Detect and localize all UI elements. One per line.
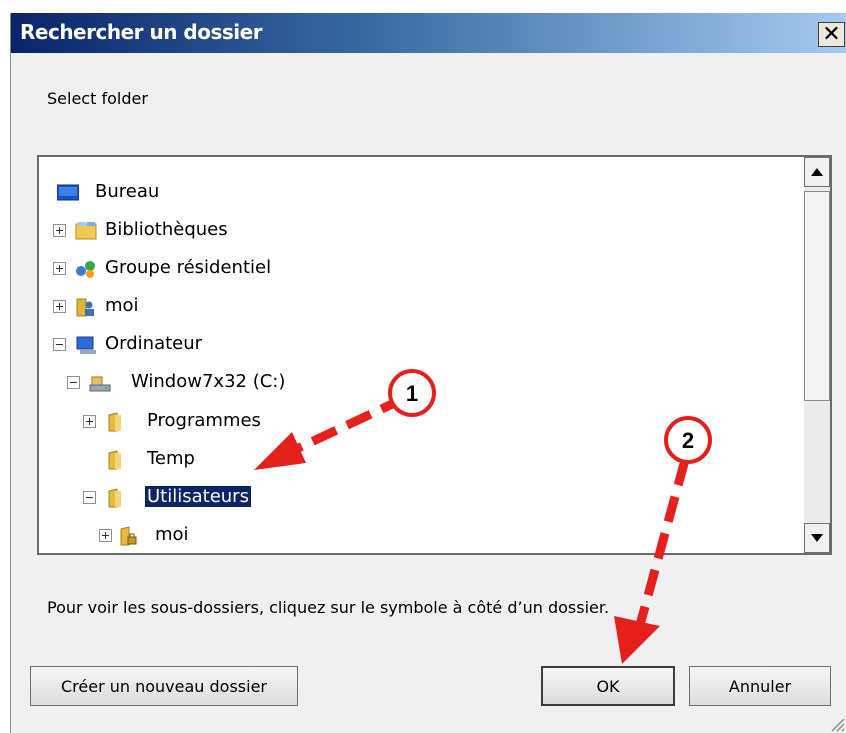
- expand-icon[interactable]: [53, 262, 66, 275]
- instruction-text: Select folder: [47, 89, 148, 108]
- collapse-icon[interactable]: [53, 338, 66, 351]
- folder-icon: [108, 450, 121, 470]
- tree-item-moi[interactable]: moi: [53, 292, 353, 322]
- tree-item-groupe-residentiel[interactable]: Groupe résidentiel: [53, 254, 453, 284]
- ok-button[interactable]: OK: [541, 666, 675, 706]
- title-bar[interactable]: Rechercher un dossier ✕: [11, 13, 846, 53]
- desktop-icon: [57, 184, 79, 201]
- computer-icon: [76, 336, 96, 354]
- libraries-icon: [75, 222, 97, 240]
- collapse-icon[interactable]: [67, 376, 80, 389]
- tree-item-label: Programmes: [147, 410, 261, 431]
- tree-item-temp[interactable]: Temp: [83, 445, 383, 475]
- tree-item-label: moi: [105, 295, 139, 316]
- tree-item-label: Bibliothèques: [105, 219, 228, 240]
- window-title: Rechercher un dossier: [20, 20, 263, 44]
- collapse-icon[interactable]: [83, 491, 96, 504]
- browse-folder-dialog: Rechercher un dossier ✕ Select folder Bu…: [10, 13, 846, 733]
- resize-grip-icon[interactable]: [826, 713, 846, 733]
- tree-item-label: Bureau: [95, 181, 160, 202]
- tree-item-label: Groupe résidentiel: [105, 257, 272, 278]
- tree-item-label-selected: Utilisateurs: [145, 486, 251, 507]
- homegroup-icon: [76, 261, 95, 278]
- folder-icon: [108, 488, 121, 508]
- hint-text: Pour voir les sous-dossiers, cliquez sur…: [47, 598, 610, 617]
- cancel-button[interactable]: Annuler: [689, 666, 831, 706]
- tree-item-programmes[interactable]: Programmes: [83, 407, 383, 437]
- tree-item-label: Window7x32 (C:): [131, 371, 286, 392]
- close-icon: ✕: [822, 21, 841, 47]
- scroll-up-button[interactable]: [804, 157, 830, 187]
- expand-icon[interactable]: [83, 415, 96, 428]
- arrow-up-icon: [811, 168, 823, 176]
- tree-scrollbar[interactable]: [804, 157, 830, 553]
- arrow-down-icon: [811, 534, 823, 542]
- folder-tree[interactable]: Bureau Bibliothèques Groupe résidentiel: [37, 155, 832, 555]
- user-folder-icon: [76, 298, 94, 317]
- tree-item-bibliotheques[interactable]: Bibliothèques: [53, 216, 453, 246]
- scroll-thumb[interactable]: [804, 191, 830, 401]
- expand-icon[interactable]: [53, 300, 66, 313]
- expand-icon[interactable]: [99, 529, 112, 542]
- tree-item-utilisateurs[interactable]: Utilisateurs: [83, 483, 383, 513]
- tree-item-bureau[interactable]: Bureau: [57, 178, 357, 208]
- scroll-down-button[interactable]: [804, 523, 830, 553]
- locked-folder-icon: [120, 526, 137, 546]
- close-button[interactable]: ✕: [818, 22, 845, 47]
- new-folder-button[interactable]: Créer un nouveau dossier: [30, 666, 298, 706]
- tree-item-utilisateurs-moi[interactable]: moi: [99, 521, 399, 551]
- tree-item-drive-c[interactable]: Window7x32 (C:): [67, 368, 467, 398]
- tree-item-label: moi: [155, 524, 189, 545]
- expand-icon[interactable]: [53, 224, 66, 237]
- tree-item-label: Temp: [147, 448, 195, 469]
- tree-item-ordinateur[interactable]: Ordinateur: [53, 330, 353, 360]
- tree-item-label: Ordinateur: [105, 333, 203, 354]
- drive-icon: [89, 376, 111, 392]
- folder-icon: [108, 412, 121, 432]
